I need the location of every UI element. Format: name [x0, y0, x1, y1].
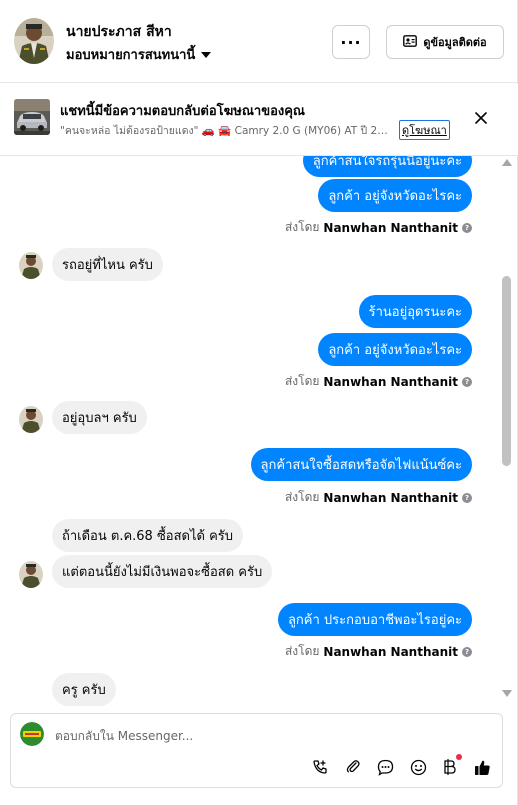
ad-banner-description: "คนจะหล่อ ไม่ต้องรอป้ายแดง" 🚗 🚘 Camry 2.…	[60, 125, 394, 137]
view-ad-link[interactable]: ดูโฆษณา	[399, 120, 450, 140]
sent-by-prefix: ส่งโดย	[284, 220, 320, 234]
scroll-down-arrow-icon[interactable]	[502, 690, 512, 697]
contact-avatar	[19, 252, 43, 279]
message-incoming[interactable]: ครู ครับ	[52, 673, 116, 706]
view-contact-label: ดูข้อมูลติดต่อ	[423, 36, 487, 49]
contact-avatar	[19, 561, 43, 588]
attach-icon[interactable]	[342, 756, 364, 778]
sent-by-prefix: ส่งโดย	[284, 490, 320, 504]
sent-by-label: ส่งโดย Nanwhan Nanthanit ?	[285, 372, 472, 391]
message-outgoing[interactable]: ลูกค้า อยู่จังหวัดอะไรคะ	[318, 179, 472, 212]
sent-by-name: Nanwhan Nanthanit	[323, 220, 458, 235]
sent-by-name: Nanwhan Nanthanit	[323, 490, 458, 505]
assign-conversation-dropdown[interactable]: มอบหมายการสนทนานี้	[66, 44, 212, 65]
car-thumbnail	[14, 99, 50, 135]
help-icon[interactable]: ?	[462, 376, 472, 387]
saved-reply-icon[interactable]	[374, 756, 396, 778]
sent-by-name: Nanwhan Nanthanit	[323, 644, 458, 659]
caret-down-icon	[201, 51, 212, 58]
more-icon: ···	[340, 32, 362, 52]
sent-by-label: ส่งโดย Nanwhan Nanthanit ?	[285, 488, 472, 507]
sent-by-label: ส่งโดย Nanwhan Nanthanit ?	[285, 218, 472, 237]
message-outgoing[interactable]: ลูกค้า อยู่จังหวัดอะไรคะ	[318, 333, 472, 366]
more-options-button[interactable]: ···	[332, 25, 370, 59]
scroll-up-arrow-icon[interactable]	[502, 159, 512, 166]
message-incoming[interactable]: ถ้าเดือน ต.ค.68 ซื้อสดได้ ครับ	[52, 519, 244, 552]
emoji-icon[interactable]	[407, 756, 429, 778]
contact-avatar	[19, 406, 43, 433]
assign-label: มอบหมายการสนทนานี้	[66, 48, 196, 63]
conversation-panel: นายประภาส สีหา มอบหมายการสนทนานี้ ··· ดู…	[0, 0, 518, 805]
help-icon[interactable]: ?	[462, 646, 472, 657]
call-add-icon[interactable]	[309, 756, 331, 778]
notification-dot	[456, 754, 462, 760]
like-icon[interactable]	[471, 756, 493, 778]
sent-by-name: Nanwhan Nanthanit	[323, 374, 458, 389]
page-avatar	[20, 722, 44, 746]
message-outgoing[interactable]: ลูกค้าสนใจซื้อสดหรือจัดไฟแน้นซ์คะ	[250, 448, 472, 481]
message-incoming[interactable]: แต่ตอนนี้ยังไม่มีเงินพอจะซื้อสด ครับ	[52, 555, 273, 588]
message-outgoing[interactable]: ลูกค้า ประกอบอาชีพอะไรอยู่คะ	[277, 603, 472, 636]
message-incoming[interactable]: อยู่อุบลฯ ครับ	[52, 401, 147, 434]
reply-input[interactable]	[55, 729, 355, 743]
sent-by-prefix: ส่งโดย	[284, 644, 320, 658]
contact-card-icon	[403, 34, 418, 50]
sent-by-label: ส่งโดย Nanwhan Nanthanit ?	[285, 642, 472, 661]
message-outgoing[interactable]: ร้านอยู่อุดรนะคะ	[358, 295, 472, 328]
close-icon[interactable]	[470, 107, 492, 129]
help-icon[interactable]: ?	[462, 492, 472, 503]
view-contact-button[interactable]: ดูข้อมูลติดต่อ	[386, 25, 504, 59]
scrollbar-thumb[interactable]	[502, 276, 511, 466]
reply-composer	[10, 713, 503, 788]
contact-name[interactable]: นายประภาส สีหา	[66, 21, 172, 43]
sent-by-prefix: ส่งโดย	[284, 374, 320, 388]
ad-banner-title: แชทนี้มีข้อความตอบกลับต่อโฆษณาของคุณ	[60, 104, 305, 119]
message-outgoing[interactable]: ลูกค้าสนใจรถรุ่นนี้อยู่นะคะ	[302, 156, 472, 177]
profile-avatar[interactable]	[14, 18, 54, 64]
help-icon[interactable]: ?	[462, 222, 472, 233]
conversation-header: นายประภาส สีหา มอบหมายการสนทนานี้ ··· ดู…	[0, 0, 518, 83]
message-incoming[interactable]: รถอยู่ที่ไหน ครับ	[52, 248, 163, 281]
ad-reply-banner: แชทนี้มีข้อความตอบกลับต่อโฆษณาของคุณ "คน…	[0, 84, 518, 156]
message-thread[interactable]: ลูกค้าสนใจรถรุ่นนี้อยู่นะคะ ลูกค้า อยู่จ…	[0, 156, 500, 706]
